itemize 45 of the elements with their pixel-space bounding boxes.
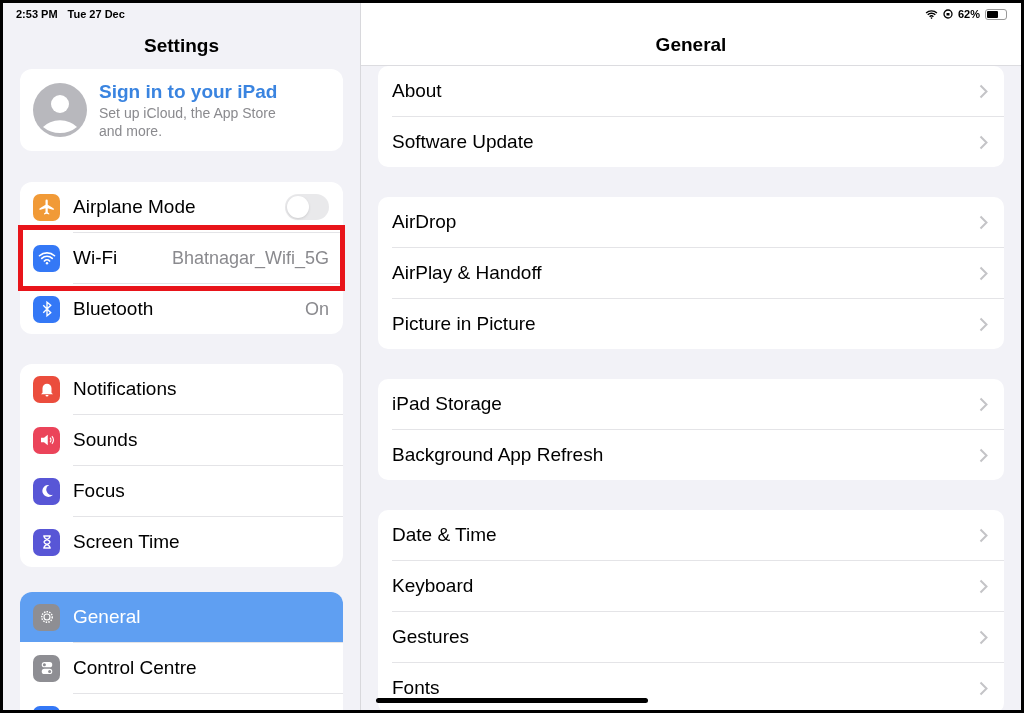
chevron-icon [979, 83, 988, 99]
sidebar-item[interactable]: Screen Time [20, 517, 343, 567]
chevron-icon [979, 316, 988, 332]
lock-rotation-icon [942, 9, 953, 19]
status-time: 2:53 PM [16, 6, 58, 22]
sidebar-item[interactable]: Bluetooth On [20, 284, 343, 334]
chevron-icon [979, 396, 988, 412]
sidebar-item[interactable]: Airplane Mode [20, 182, 343, 232]
chevron-icon [979, 527, 988, 543]
account-subtitle: Set up iCloud, the App Store and more. [99, 104, 277, 140]
avatar-icon [33, 83, 87, 137]
sidebar-item[interactable]: Focus [20, 466, 343, 516]
settings-row[interactable]: Software Update [378, 117, 1004, 167]
item-value: On [305, 297, 329, 321]
battery-icon [985, 8, 1007, 20]
settings-row[interactable]: Fonts [378, 663, 1004, 710]
toggle-switch[interactable] [285, 194, 329, 220]
status-date: Tue 27 Dec [67, 6, 125, 22]
account-card[interactable]: Sign in to your iPad Set up iCloud, the App Store and more. [20, 69, 343, 151]
wifi-icon [924, 9, 938, 19]
chevron-icon [979, 680, 988, 696]
settings-row[interactable]: AirDrop [378, 197, 1004, 247]
chevron-icon [979, 447, 988, 463]
sidebar-item[interactable]: Wi-Fi Bhatnagar_Wifi_5G [20, 233, 343, 283]
settings-row[interactable]: Picture in Picture [378, 299, 1004, 349]
settings-row[interactable]: Gestures [378, 612, 1004, 662]
account-title: Sign in to your iPad [99, 80, 279, 104]
sidebar-item[interactable]: Control Centre [20, 643, 343, 693]
chevron-icon [979, 578, 988, 594]
battery-percentage: 62% [957, 6, 980, 22]
settings-row[interactable]: About [378, 66, 1004, 116]
settings-row[interactable]: iPad Storage [378, 379, 1004, 429]
page-title: General [655, 32, 727, 57]
chevron-icon [979, 629, 988, 645]
item-value: Bhatnagar_Wifi_5G [171, 246, 329, 271]
sidebar-item[interactable]: Notifications [20, 364, 343, 414]
settings-row[interactable]: Keyboard [378, 561, 1004, 611]
chevron-icon [979, 214, 988, 230]
settings-row[interactable]: Date & Time [378, 510, 1004, 560]
sidebar-title: Settings [144, 33, 219, 58]
settings-row[interactable]: Background App Refresh [378, 430, 1004, 480]
chevron-icon [979, 134, 988, 150]
settings-row[interactable]: AirPlay & Handoff [378, 248, 1004, 298]
chevron-icon [979, 265, 988, 281]
sidebar-item[interactable]: Sounds [20, 415, 343, 465]
